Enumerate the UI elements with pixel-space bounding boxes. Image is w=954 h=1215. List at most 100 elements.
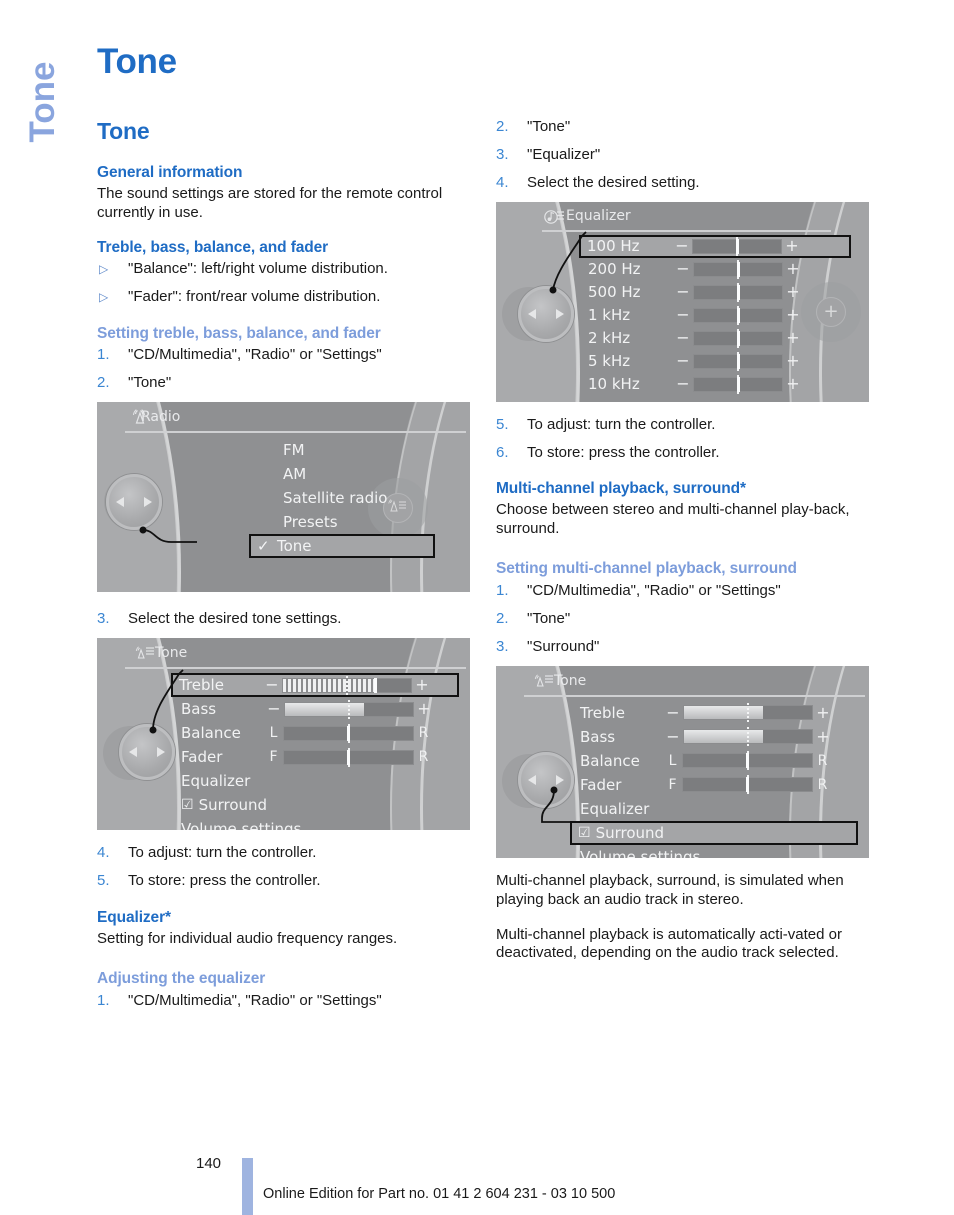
balance-slider[interactable] (682, 751, 813, 771)
balance-right-label: R (418, 725, 429, 742)
fader-slider[interactable] (283, 747, 414, 767)
bass-slider[interactable] (683, 727, 813, 747)
menu-item-volume-settings[interactable]: Volume settings (175, 817, 455, 830)
slider-handle[interactable] (736, 238, 740, 254)
checkbox-checked-icon[interactable]: ☑ (181, 797, 194, 813)
menu-item-fm[interactable]: FM (257, 438, 435, 462)
controller-knob[interactable] (518, 285, 574, 342)
menu-item-fader[interactable]: Fader F R (574, 773, 854, 797)
plus-icon[interactable]: + (816, 704, 830, 721)
slider-handle[interactable] (746, 777, 750, 793)
plus-icon[interactable]: + (786, 261, 800, 277)
treble-slider[interactable] (683, 703, 813, 723)
eq-slider[interactable] (693, 259, 783, 279)
plus-icon[interactable]: + (786, 330, 800, 346)
eq-slider[interactable] (693, 282, 783, 302)
plus-icon[interactable]: + (417, 701, 431, 717)
slider-handle[interactable] (737, 307, 741, 323)
eq-band-100hz[interactable]: 100 Hz − + (579, 234, 851, 258)
slider-handle[interactable] (737, 330, 741, 346)
plus-icon[interactable]: + (786, 307, 800, 323)
menu-item-surround[interactable]: ☑ Surround (175, 793, 455, 817)
menu-item-fader[interactable]: Fader F R (175, 745, 455, 769)
plus-icon[interactable]: + (816, 728, 830, 745)
eq-band-5khz[interactable]: 5 kHz − + (582, 350, 850, 373)
eq-band-500hz[interactable]: 500 Hz − + (582, 281, 850, 304)
eq-slider[interactable] (693, 351, 783, 371)
menu-item-tone[interactable]: ✓ Tone (249, 534, 435, 559)
list-steps-after-tone: 4. To adjust: turn the controller. 5. To s… (97, 844, 470, 891)
controller-knob[interactable] (106, 474, 162, 531)
paragraph-surround-auto: Multi-channel playback is automatically … (496, 925, 842, 962)
balance-right-label: R (817, 752, 828, 769)
minus-icon[interactable]: − (676, 376, 690, 392)
slider-handle[interactable] (737, 376, 741, 392)
list-setting-tbbf-steps: 1. "CD/Multimedia", "Radio" or "Settings"… (97, 346, 470, 393)
eq-band-2khz[interactable]: 2 kHz − + (582, 327, 850, 350)
slider-handle[interactable] (737, 284, 741, 300)
section-side-tab: Tone (14, 36, 70, 186)
plus-icon[interactable]: + (785, 238, 799, 254)
menu-item-label: FM (283, 441, 305, 460)
eq-slider[interactable] (693, 305, 783, 325)
slider-handle[interactable] (737, 353, 741, 369)
minus-icon[interactable]: − (676, 307, 690, 323)
menu-item-treble[interactable]: Treble − + (171, 673, 459, 698)
step-number: 1. (97, 991, 110, 1009)
controller-knob[interactable] (119, 724, 175, 781)
menu-item-balance[interactable]: Balance L R (175, 721, 455, 745)
menu-item-equalizer[interactable]: Equalizer (574, 797, 854, 821)
checkmark-icon: ✓ (257, 537, 270, 556)
slider-handle[interactable] (373, 677, 377, 693)
plus-icon[interactable]: + (786, 376, 800, 392)
figure-idrive-radio-menu: Radio FM AM Satellite radio Presets ✓To (97, 402, 470, 593)
eq-slider[interactable] (693, 374, 783, 394)
plus-icon[interactable]: + (786, 284, 800, 300)
menu-item-volume-settings[interactable]: Volume settings (574, 845, 854, 858)
menu-item-presets[interactable]: Presets (257, 510, 435, 534)
menu-item-equalizer[interactable]: Equalizer (175, 769, 455, 793)
minus-icon[interactable]: − (676, 284, 690, 300)
header-divider (125, 431, 466, 434)
slider-handle[interactable] (737, 261, 741, 277)
minus-icon[interactable]: − (267, 701, 281, 717)
minus-icon[interactable]: − (265, 677, 279, 693)
eq-band-200hz[interactable]: 200 Hz − + (582, 258, 850, 281)
checkbox-checked-icon[interactable]: ☑ (578, 825, 591, 841)
list-item: 5. To adjust: turn the controller. (496, 416, 869, 435)
menu-item-surround[interactable]: ☑ Surround (570, 820, 858, 845)
minus-icon[interactable]: − (676, 330, 690, 346)
minus-icon[interactable]: − (676, 353, 690, 369)
balance-slider[interactable] (283, 723, 414, 743)
eq-band-10khz[interactable]: 10 kHz − + (582, 373, 850, 396)
bass-slider[interactable] (284, 699, 414, 719)
slider-handle[interactable] (347, 725, 351, 741)
menu-item-treble[interactable]: Treble − + (574, 701, 854, 725)
paragraph-general-information: The sound settings are stored for the re… (97, 185, 443, 221)
minus-icon[interactable]: − (666, 728, 680, 745)
figure-idrive-tone-surround: Tone Treble − + Bass − + Balance L R Fad… (496, 665, 869, 858)
fader-slider[interactable] (682, 775, 813, 795)
minus-icon[interactable]: − (666, 704, 680, 721)
plus-icon[interactable]: + (786, 353, 800, 369)
equalizer-note-icon (544, 208, 564, 226)
eq-slider[interactable] (692, 236, 782, 256)
eq-band-1khz[interactable]: 1 kHz − + (582, 304, 850, 327)
eq-slider[interactable] (693, 328, 783, 348)
list-step-3-tone: 3. Select the desired tone settings. (97, 610, 470, 629)
controller-knob[interactable] (518, 751, 574, 808)
menu-item-am[interactable]: AM (257, 462, 435, 486)
minus-icon[interactable]: − (675, 238, 689, 254)
slider-handle[interactable] (746, 753, 750, 769)
list-item: 6. To store: press the controller. (496, 444, 869, 463)
fader-front-label: F (269, 749, 278, 766)
step-number: 2. (496, 610, 509, 628)
menu-item-bass[interactable]: Bass − + (175, 697, 455, 721)
menu-item-bass[interactable]: Bass − + (574, 725, 854, 749)
minus-icon[interactable]: − (676, 261, 690, 277)
plus-icon[interactable]: + (415, 677, 429, 693)
treble-slider[interactable] (282, 675, 412, 695)
menu-item-balance[interactable]: Balance L R (574, 749, 854, 773)
menu-item-satellite-radio[interactable]: Satellite radio (257, 486, 435, 510)
slider-handle[interactable] (347, 749, 351, 765)
